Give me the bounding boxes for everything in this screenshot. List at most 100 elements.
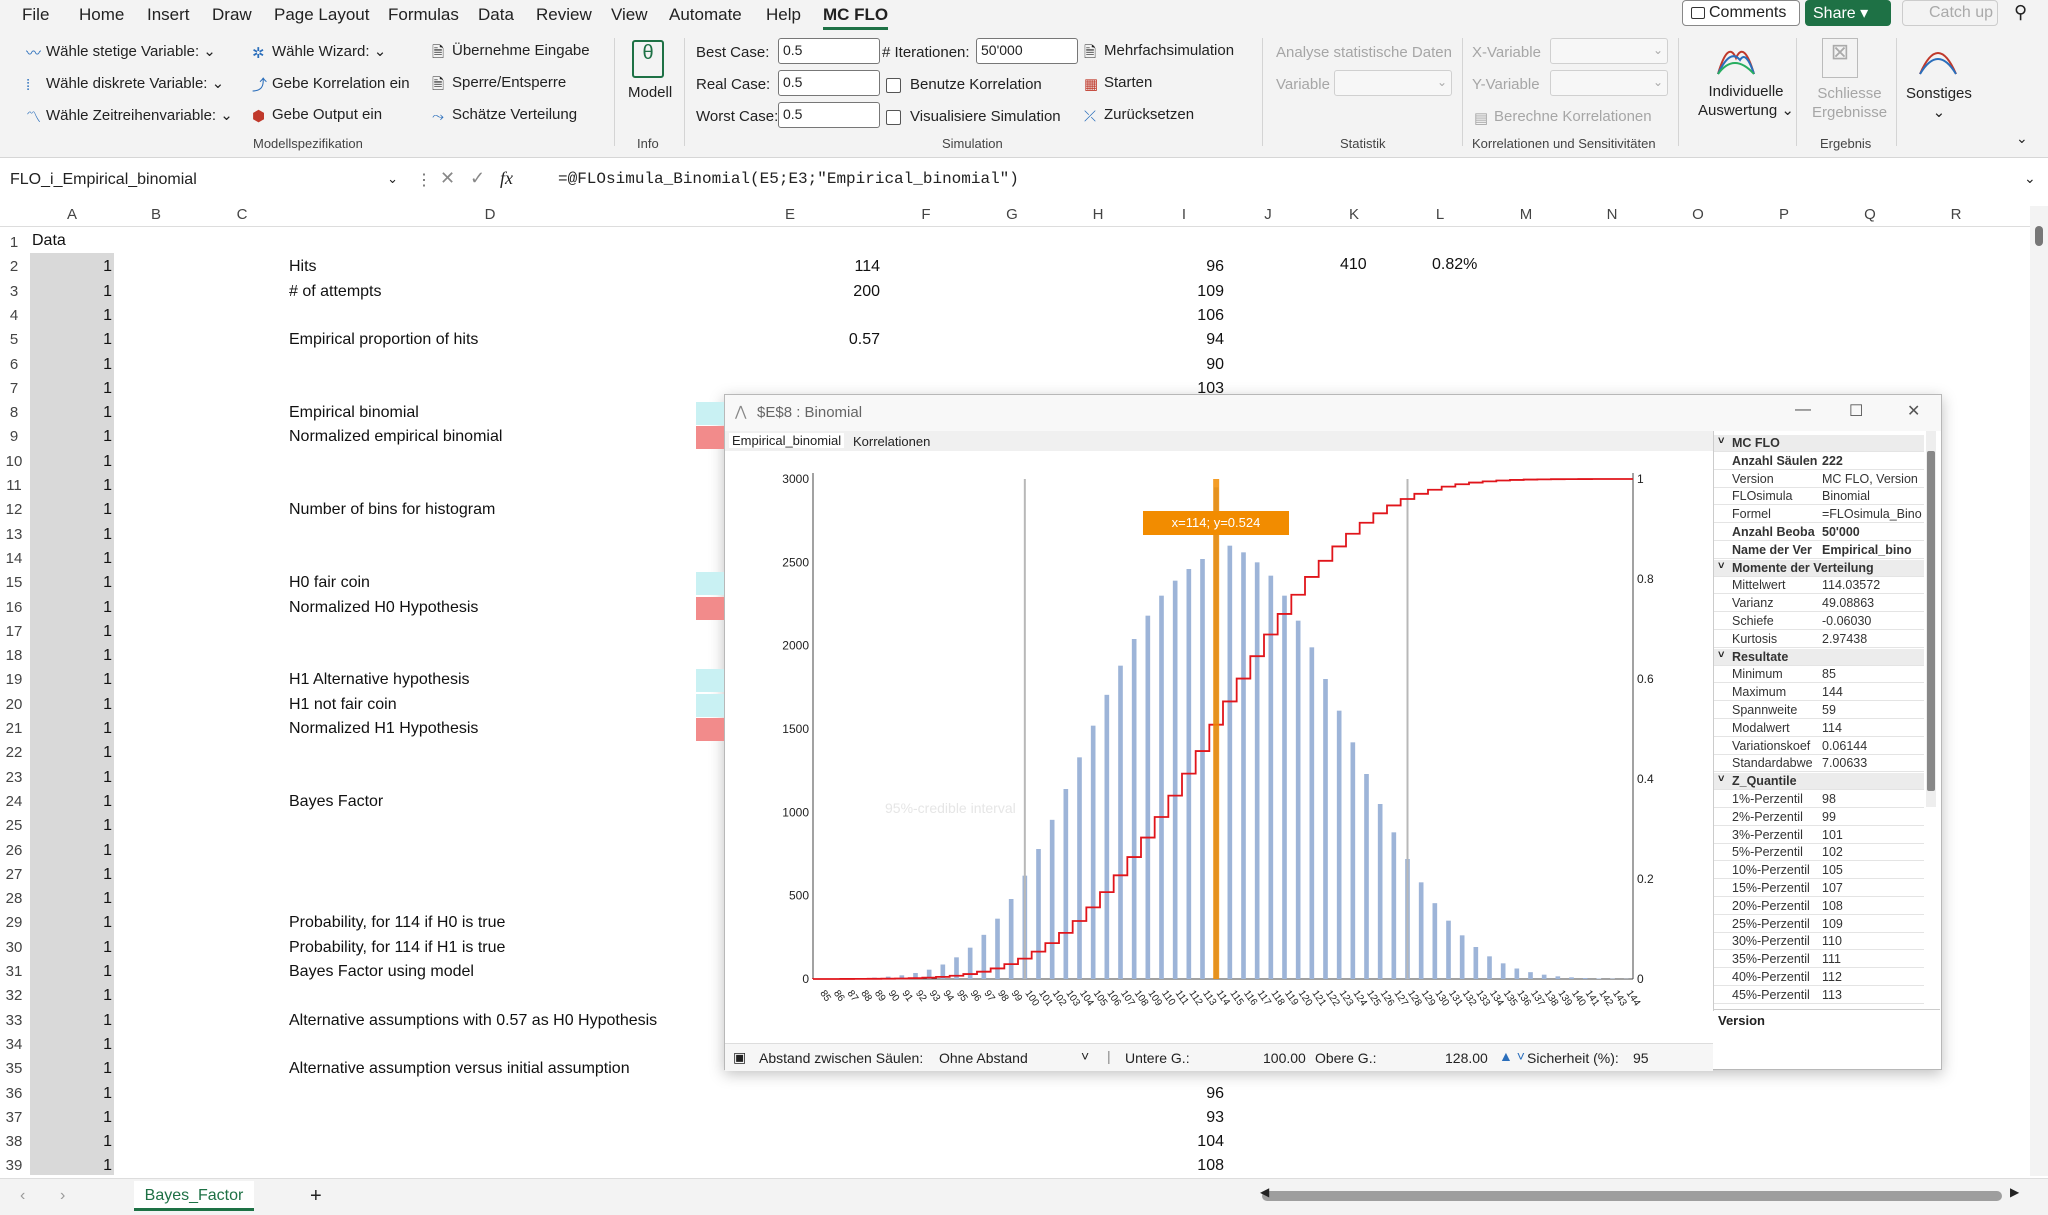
cell-data-value[interactable]: 1 (40, 987, 112, 1005)
cell-data-value[interactable]: 1 (40, 720, 112, 738)
row-header[interactable]: 8 (0, 404, 28, 421)
property-row[interactable]: Varianz 49.08863 (1714, 595, 1924, 613)
other-button[interactable]: Sonstiges ⌄ (1906, 84, 1972, 122)
wizard-button[interactable]: ✲ Wähle Wizard: ⌄ (252, 42, 386, 62)
horizontal-scrollbar[interactable] (1262, 1191, 2002, 1201)
cell-data-value[interactable]: 1 (40, 1085, 112, 1103)
next-sheet-icon[interactable]: › (60, 1187, 65, 1205)
marker-line[interactable] (1213, 479, 1220, 979)
column-header[interactable]: F (886, 206, 966, 223)
cell-label[interactable]: Hits (289, 258, 317, 276)
cell-data-value[interactable]: 1 (40, 696, 112, 714)
panel-scroll-thumb[interactable] (1927, 451, 1935, 791)
lower-bound-input[interactable]: 100.00 (1263, 1050, 1306, 1066)
cell-data-value[interactable]: 1 (40, 890, 112, 908)
continuous-variable-button[interactable]: 〰 Wähle stetige Variable: ⌄ (26, 42, 216, 62)
cell-data-value[interactable]: 1 (40, 1036, 112, 1054)
cell-label[interactable]: H1 Alternative hypothesis (289, 671, 470, 689)
row-header[interactable]: 11 (0, 477, 28, 494)
cell-data-value[interactable]: 1 (40, 963, 112, 981)
cell-data-value[interactable]: 1 (40, 526, 112, 544)
cell-column-i[interactable]: 96 (1130, 1085, 1224, 1103)
row-header[interactable]: 33 (0, 1012, 28, 1029)
cell-l2[interactable]: 0.82% (1432, 256, 1477, 274)
reset-button[interactable]: ⤫ Zurücksetzen (1084, 106, 1194, 125)
scroll-left-icon[interactable]: ◀ (1260, 1185, 1269, 1199)
cell-data-value[interactable]: 1 (40, 1157, 112, 1175)
cell-data-value[interactable]: 1 (40, 1133, 112, 1151)
property-row[interactable]: 1%-Perzentil 98 (1714, 791, 1924, 808)
minimize-icon[interactable]: — (1795, 401, 1811, 419)
cell-data-value[interactable]: 1 (40, 428, 112, 446)
cell-column-i[interactable]: 104 (1130, 1133, 1224, 1151)
property-category[interactable]: Z_Quantile ˅ (1714, 773, 1924, 791)
lock-unlock-button[interactable]: 🗎 Sperre/Entsperre (432, 74, 566, 93)
worst-case-input[interactable]: 0.5 (778, 102, 880, 128)
row-header[interactable]: 16 (0, 599, 28, 616)
cell-column-i[interactable]: 93 (1130, 1109, 1224, 1127)
cell-data-value[interactable]: 1 (40, 307, 112, 325)
column-header[interactable]: Q (1830, 206, 1910, 223)
cell-data-value[interactable]: 1 (40, 380, 112, 398)
upper-bound-input[interactable]: 128.00 (1445, 1050, 1488, 1066)
cell-column-e[interactable]: 200 (780, 283, 880, 301)
cell-label[interactable]: H1 not fair coin (289, 696, 397, 714)
cell-label[interactable]: Number of bins for histogram (289, 501, 495, 519)
multi-simulation-button[interactable]: 🗎 Mehrfachsimulation (1084, 42, 1234, 61)
insert-function-icon[interactable]: fx (500, 168, 513, 189)
panel-scrollbar[interactable] (1926, 431, 1936, 807)
enter-output-button[interactable]: ⬢ Gebe Output ein (252, 106, 382, 125)
cell-data-value[interactable]: 1 (40, 647, 112, 665)
cell-column-i[interactable]: 96 (1130, 258, 1224, 276)
cell-data-value[interactable]: 1 (40, 501, 112, 519)
cell-data-value[interactable]: 1 (40, 914, 112, 932)
property-row[interactable]: 35%-Perzentil 111 (1714, 951, 1924, 969)
cell-label[interactable]: Alternative assumption versus initial as… (289, 1060, 630, 1078)
enter-icon[interactable]: ✓ (470, 168, 485, 189)
account-icon[interactable]: ⚲ (2014, 2, 2036, 24)
row-header[interactable]: 5 (0, 331, 28, 348)
cell-label[interactable]: H0 fair coin (289, 574, 370, 592)
close-icon[interactable]: ✕ (1907, 401, 1920, 421)
cell-data-value[interactable]: 1 (40, 769, 112, 787)
tab-empirical-binomial[interactable]: Empirical_binomial (729, 433, 845, 448)
property-row[interactable]: 30%-Perzentil 110 (1714, 933, 1924, 951)
cell-data-value[interactable]: 1 (40, 793, 112, 811)
row-header[interactable]: 39 (0, 1157, 28, 1174)
add-sheet-button[interactable]: + (310, 1185, 322, 1208)
model-icon[interactable]: θ (632, 40, 664, 78)
row-header[interactable]: 29 (0, 914, 28, 931)
cell-data-value[interactable]: 1 (40, 817, 112, 835)
cell-label[interactable]: Probability, for 114 if H0 is true (289, 914, 505, 932)
prev-sheet-icon[interactable]: ‹ (20, 1187, 25, 1205)
row-header[interactable]: 1 (0, 234, 28, 251)
sheet-tab-bayes-factor[interactable]: Bayes_Factor (134, 1181, 254, 1211)
property-row[interactable]: 2%-Perzentil 99 (1714, 809, 1924, 826)
property-row[interactable]: FLOsimula Binomial (1714, 488, 1924, 506)
column-header[interactable]: G (972, 206, 1052, 223)
chevron-down-icon[interactable]: ˅ (1081, 1048, 1089, 1064)
catch-up-button[interactable]: Catch up (1902, 0, 1998, 26)
cell-data-value[interactable]: 1 (40, 574, 112, 592)
cell-data-value[interactable]: 1 (40, 1109, 112, 1127)
close-results-button[interactable]: Schliesse Ergebnisse (1812, 84, 1887, 122)
variable-dropdown[interactable]: ⌄ (1334, 70, 1452, 96)
cell-data-value[interactable]: 1 (40, 331, 112, 349)
row-header[interactable]: 30 (0, 939, 28, 956)
mc-flo-result-window[interactable]: ⋀ $E$8 : Binomial — ☐ ✕ Empirical_binomi… (724, 394, 1942, 1071)
best-case-input[interactable]: 0.5 (778, 38, 880, 64)
cell-k2[interactable]: 410 (1340, 256, 1367, 274)
column-header[interactable]: D (290, 206, 690, 223)
menu-home[interactable]: Home (79, 5, 124, 25)
row-header[interactable]: 18 (0, 647, 28, 664)
column-header[interactable]: N (1572, 206, 1652, 223)
property-row[interactable]: Formel =FLOsimula_Bino (1714, 506, 1924, 524)
analyse-statistical-data-button[interactable]: Analyse statistische Daten (1276, 44, 1452, 61)
row-header[interactable]: 13 (0, 526, 28, 543)
row-header[interactable]: 23 (0, 769, 28, 786)
column-header[interactable]: H (1058, 206, 1138, 223)
row-header[interactable]: 28 (0, 890, 28, 907)
row-header[interactable]: 7 (0, 380, 28, 397)
row-header[interactable]: 15 (0, 574, 28, 591)
menu-help[interactable]: Help (766, 5, 801, 25)
